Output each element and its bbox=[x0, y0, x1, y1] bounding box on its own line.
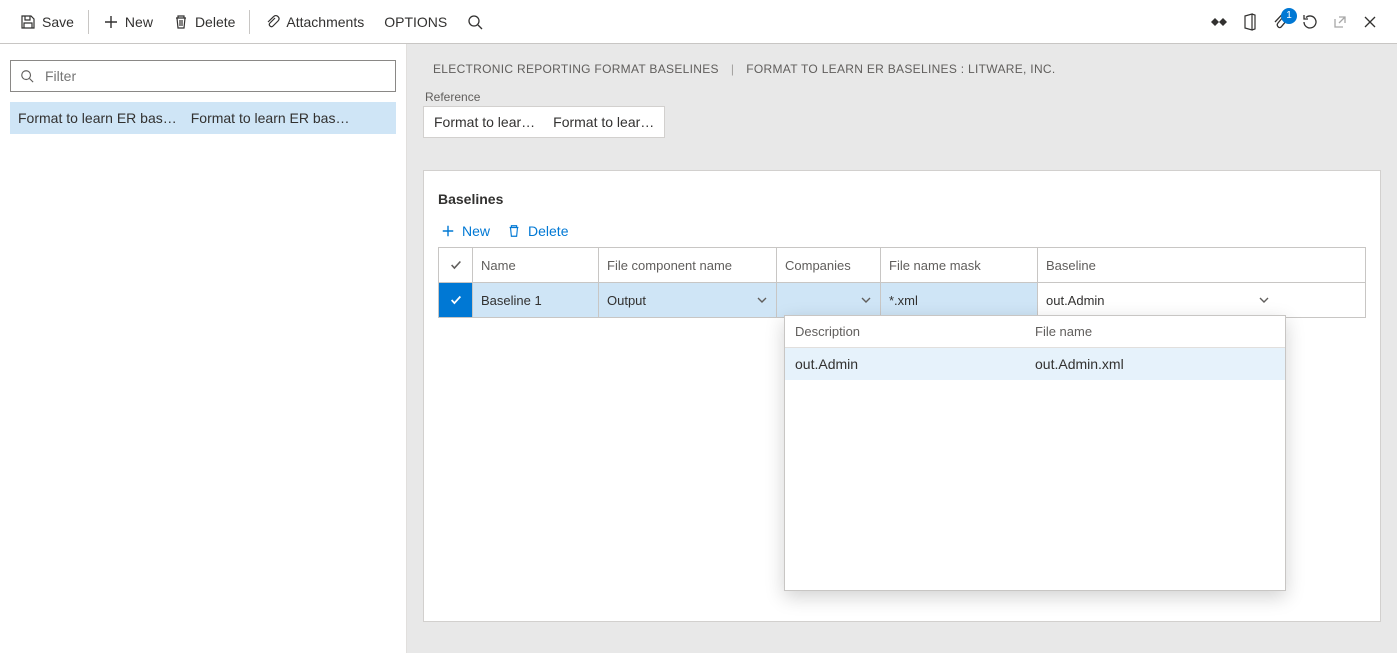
workspace: Format to learn ER bas… Format to learn … bbox=[0, 44, 1397, 653]
chevron-down-icon bbox=[1258, 294, 1270, 306]
baselines-delete-label: Delete bbox=[528, 223, 568, 239]
baselines-actions: New Delete bbox=[438, 223, 1366, 247]
close-icon[interactable] bbox=[1361, 14, 1379, 30]
reference-value-b: Format to lear… bbox=[553, 114, 654, 130]
breadcrumb: ELECTRONIC REPORTING FORMAT BASELINES | … bbox=[407, 44, 1397, 76]
grid-header-select[interactable] bbox=[439, 248, 473, 282]
baselines-new-label: New bbox=[462, 223, 490, 239]
popup-row-filename: out.Admin.xml bbox=[1035, 356, 1124, 372]
breadcrumb-sep: | bbox=[731, 62, 734, 76]
left-pane: Format to learn ER bas… Format to learn … bbox=[0, 44, 407, 653]
baseline-dropdown-popup: Description File name out.Admin out.Admi… bbox=[784, 315, 1286, 591]
save-label: Save bbox=[42, 14, 74, 30]
refresh-icon[interactable] bbox=[1301, 14, 1319, 30]
list-item-col-b: Format to learn ER bas… bbox=[191, 110, 350, 126]
plus-icon bbox=[103, 14, 119, 30]
grid-header-baseline[interactable]: Baseline bbox=[1038, 248, 1278, 282]
grid-row[interactable]: Baseline 1 Output bbox=[439, 283, 1365, 317]
chevron-down-icon bbox=[756, 294, 768, 306]
grid-header-file-mask[interactable]: File name mask bbox=[881, 248, 1038, 282]
grid-cell-file-mask[interactable]: *.xml bbox=[881, 283, 1038, 317]
attachments-label: Attachments bbox=[286, 14, 364, 30]
chevron-down-icon bbox=[860, 294, 872, 306]
attachments-badge-icon[interactable]: 1 bbox=[1271, 14, 1289, 30]
popup-header-description[interactable]: Description bbox=[795, 324, 1035, 339]
reference-value-a: Format to lear… bbox=[434, 114, 535, 130]
grid-cell-baseline-text: out.Admin bbox=[1046, 293, 1105, 308]
breadcrumb-b[interactable]: FORMAT TO LEARN ER BASELINES : LITWARE, … bbox=[746, 62, 1055, 76]
grid-cell-file-text: Output bbox=[607, 293, 646, 308]
paperclip-icon bbox=[264, 14, 280, 30]
save-icon bbox=[20, 14, 36, 30]
search-icon bbox=[467, 14, 483, 30]
trash-icon bbox=[506, 223, 522, 239]
options-label: OPTIONS bbox=[384, 14, 447, 30]
right-pane: ELECTRONIC REPORTING FORMAT BASELINES | … bbox=[407, 44, 1397, 653]
attachments-badge-count: 1 bbox=[1281, 8, 1297, 24]
grid-cell-baseline[interactable]: out.Admin bbox=[1038, 283, 1278, 317]
filter-input[interactable] bbox=[43, 67, 387, 85]
grid-header-name[interactable]: Name bbox=[473, 248, 599, 282]
baselines-new-button[interactable]: New bbox=[440, 223, 490, 239]
baselines-title: Baselines bbox=[438, 185, 1366, 223]
grid-row-select[interactable] bbox=[439, 283, 473, 317]
save-button[interactable]: Save bbox=[10, 6, 84, 38]
breadcrumb-a[interactable]: ELECTRONIC REPORTING FORMAT BASELINES bbox=[433, 62, 719, 76]
separator bbox=[88, 10, 89, 34]
command-bar: Save New Delete Attachments OPTIONS bbox=[0, 0, 1397, 44]
options-button[interactable]: OPTIONS bbox=[374, 6, 457, 38]
separator bbox=[249, 10, 250, 34]
baselines-card: Baselines New Delete bbox=[423, 170, 1381, 622]
plus-icon bbox=[440, 223, 456, 239]
delete-button[interactable]: Delete bbox=[163, 6, 245, 38]
attachments-button[interactable]: Attachments bbox=[254, 6, 374, 38]
reference-label: Reference bbox=[407, 76, 1397, 106]
popup-header-filename[interactable]: File name bbox=[1035, 324, 1092, 339]
baselines-grid: Name File component name Companies File … bbox=[438, 247, 1366, 318]
popup-header: Description File name bbox=[785, 316, 1285, 348]
baselines-delete-button[interactable]: Delete bbox=[506, 223, 568, 239]
grid-header: Name File component name Companies File … bbox=[439, 248, 1365, 283]
grid-cell-file-component[interactable]: Output bbox=[599, 283, 777, 317]
filter-input-wrap[interactable] bbox=[10, 60, 396, 92]
office-icon[interactable] bbox=[1241, 14, 1259, 30]
grid-header-file-component[interactable]: File component name bbox=[599, 248, 777, 282]
trash-icon bbox=[173, 14, 189, 30]
popup-row-description: out.Admin bbox=[795, 356, 1035, 372]
new-label: New bbox=[125, 14, 153, 30]
baseline-list-item[interactable]: Format to learn ER bas… Format to learn … bbox=[10, 102, 396, 134]
grid-header-companies[interactable]: Companies bbox=[777, 248, 881, 282]
grid-cell-companies[interactable] bbox=[777, 283, 881, 317]
popup-row[interactable]: out.Admin out.Admin.xml bbox=[785, 348, 1285, 380]
list-item-col-a: Format to learn ER bas… bbox=[18, 110, 177, 126]
grid-cell-name[interactable]: Baseline 1 bbox=[473, 283, 599, 317]
new-button[interactable]: New bbox=[93, 6, 163, 38]
search-button[interactable] bbox=[457, 6, 493, 38]
delete-label: Delete bbox=[195, 14, 235, 30]
popout-icon[interactable] bbox=[1331, 14, 1349, 30]
grid-cell-name-text: Baseline 1 bbox=[481, 293, 542, 308]
reference-field[interactable]: Format to lear… Format to lear… bbox=[423, 106, 665, 138]
popup-empty-space bbox=[785, 380, 1285, 590]
grid-cell-mask-text: *.xml bbox=[889, 293, 918, 308]
filter-search-icon bbox=[19, 68, 35, 84]
connector-icon[interactable] bbox=[1209, 14, 1229, 30]
